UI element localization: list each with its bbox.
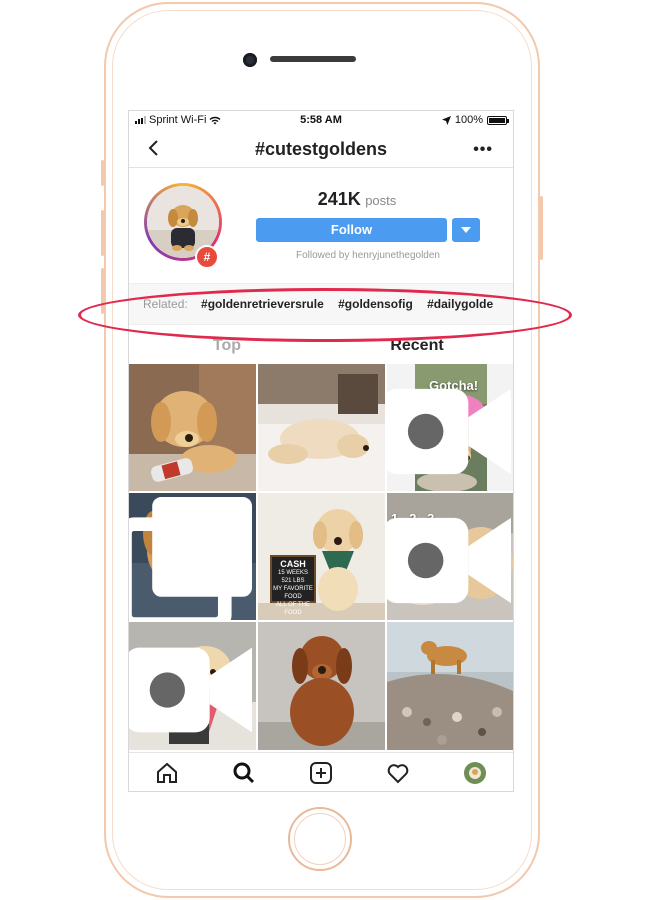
grid-post[interactable] [129,622,256,750]
sign-line: ALL OF THE FOOD [275,602,310,616]
hashtag-badge-icon: # [195,245,219,269]
app-screen: Sprint Wi-Fi 5:58 AM 100% #cutestgoldens… [128,110,514,792]
posts-label: posts [365,193,397,208]
grid-post[interactable] [129,493,256,620]
grid-post[interactable] [129,364,256,491]
bottom-tab-bar [129,752,513,791]
grid-post[interactable] [387,622,513,750]
phone-volume-up [101,210,104,256]
profile-avatar-icon[interactable] [463,761,487,785]
home-icon[interactable] [155,761,179,785]
nav-bar: #cutestgoldens ••• [129,131,513,168]
post-photo [387,622,513,750]
grid-post[interactable] [258,364,385,491]
add-post-icon[interactable] [309,761,333,785]
sign-title: CASH [280,559,306,569]
follow-button[interactable]: Follow [256,218,447,242]
video-camera-icon [387,517,511,604]
multiple-photos-icon [129,497,252,620]
video-camera-icon [129,647,252,733]
video-camera-icon [387,388,511,475]
followed-by-text: Followed by henryjunethegolden [296,250,440,261]
earpiece-speaker [270,56,356,62]
home-button[interactable] [288,807,352,871]
letter-board-sign: CASH 15 WEEKS 521 LBS MY FAVORITE FOOD A… [270,555,316,616]
front-camera [243,53,257,67]
status-bar: Sprint Wi-Fi 5:58 AM 100% [129,111,513,129]
post-photo [258,622,385,750]
posts-stat: 241K posts [257,189,457,210]
phone-power-button [540,196,543,260]
post-photo [129,364,256,491]
grid-post[interactable] [258,622,385,750]
location-arrow-icon [441,115,451,125]
search-icon[interactable] [232,761,256,785]
page-title: #cutestgoldens [254,139,388,159]
heart-icon[interactable] [386,761,410,785]
photo-grid: Gotcha! CASH 15 WEEKS 521 LBS MY FAVORIT… [129,364,513,750]
battery-percent: 100% [454,114,483,126]
phone-side-button [101,160,104,186]
posts-count: 241K [317,189,361,209]
post-photo [258,364,385,491]
more-options-icon[interactable]: ••• [473,141,493,159]
grid-post[interactable]: Gotcha! [387,364,513,491]
sign-line: MY FAVORITE FOOD [273,586,313,600]
follow-dropdown-button[interactable] [452,218,480,242]
sign-line: 521 LBS [281,578,305,584]
sign-line: 15 WEEKS [277,570,308,576]
grid-post[interactable]: CASH 15 WEEKS 521 LBS MY FAVORITE FOOD A… [258,493,385,620]
battery-icon [487,115,509,125]
highlight-annotation [78,288,572,342]
grid-post[interactable]: 1...2...3 [387,493,513,620]
